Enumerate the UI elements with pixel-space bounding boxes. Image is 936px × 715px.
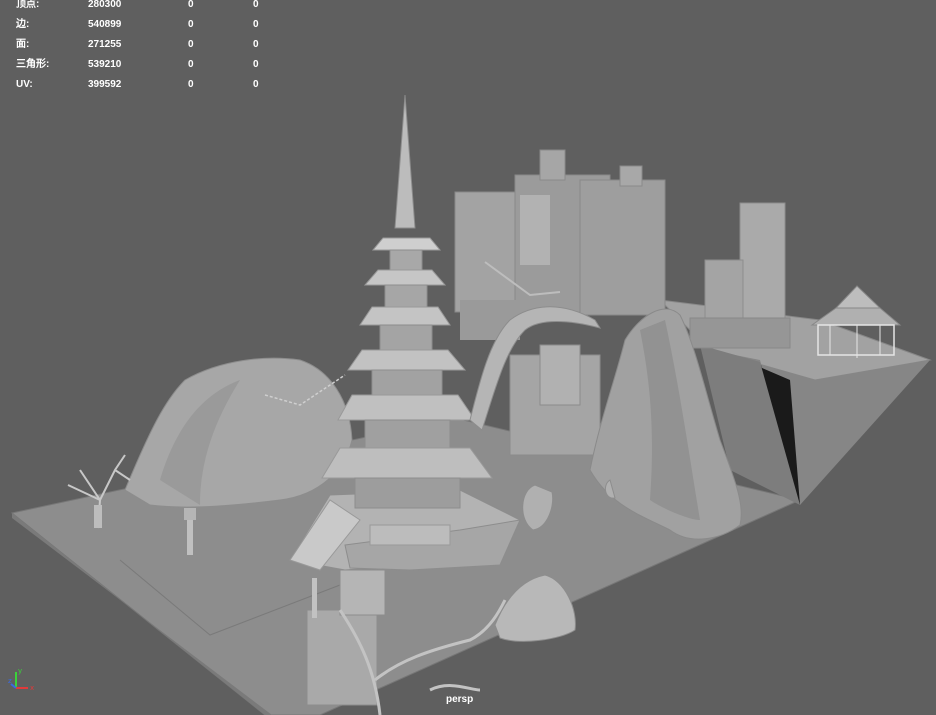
hud-value: 0 bbox=[253, 59, 259, 70]
hud-value: 0 bbox=[253, 39, 259, 50]
hud-row-uvs: UV: 399592 0 0 bbox=[0, 75, 280, 95]
axis-x-label: x bbox=[30, 684, 34, 692]
hud-value: 0 bbox=[253, 0, 259, 10]
hud-label: 顶点: bbox=[16, 0, 40, 10]
hud-value: 0 bbox=[188, 59, 194, 70]
hud-value: 399592 bbox=[88, 79, 122, 90]
poly-count-hud: 顶点: 280300 0 0 边: 540899 0 0 面: 271255 0… bbox=[0, 0, 280, 100]
hud-value: 0 bbox=[188, 0, 194, 10]
hud-value: 540899 bbox=[88, 19, 122, 30]
hud-value: 271255 bbox=[88, 39, 122, 50]
front-post bbox=[312, 578, 317, 618]
hud-value: 0 bbox=[253, 19, 259, 30]
camera-name-label: persp bbox=[446, 694, 474, 705]
hud-value: 0 bbox=[188, 79, 194, 90]
hud-value: 0 bbox=[253, 79, 259, 90]
axis-y-label: y bbox=[18, 667, 22, 675]
hud-row-triangles: 三角形: 539210 0 0 bbox=[0, 55, 280, 75]
hud-label: 三角形: bbox=[16, 59, 50, 70]
left-mountain bbox=[124, 357, 353, 508]
hud-label: UV: bbox=[16, 79, 33, 90]
hud-value: 0 bbox=[188, 19, 194, 30]
hud-row-vertices: 顶点: 280300 0 0 bbox=[0, 0, 280, 15]
hud-value: 0 bbox=[188, 39, 194, 50]
hud-label: 边: bbox=[16, 19, 30, 30]
3d-viewport[interactable] bbox=[0, 0, 936, 715]
axis-gizmo-icon: y x z bbox=[8, 667, 34, 692]
hud-label: 面: bbox=[16, 39, 30, 50]
axis-z-label: z bbox=[8, 677, 12, 685]
hud-row-edges: 边: 540899 0 0 bbox=[0, 15, 280, 35]
hud-value: 280300 bbox=[88, 0, 122, 10]
hud-row-faces: 面: 271255 0 0 bbox=[0, 35, 280, 55]
hud-value: 539210 bbox=[88, 59, 122, 70]
